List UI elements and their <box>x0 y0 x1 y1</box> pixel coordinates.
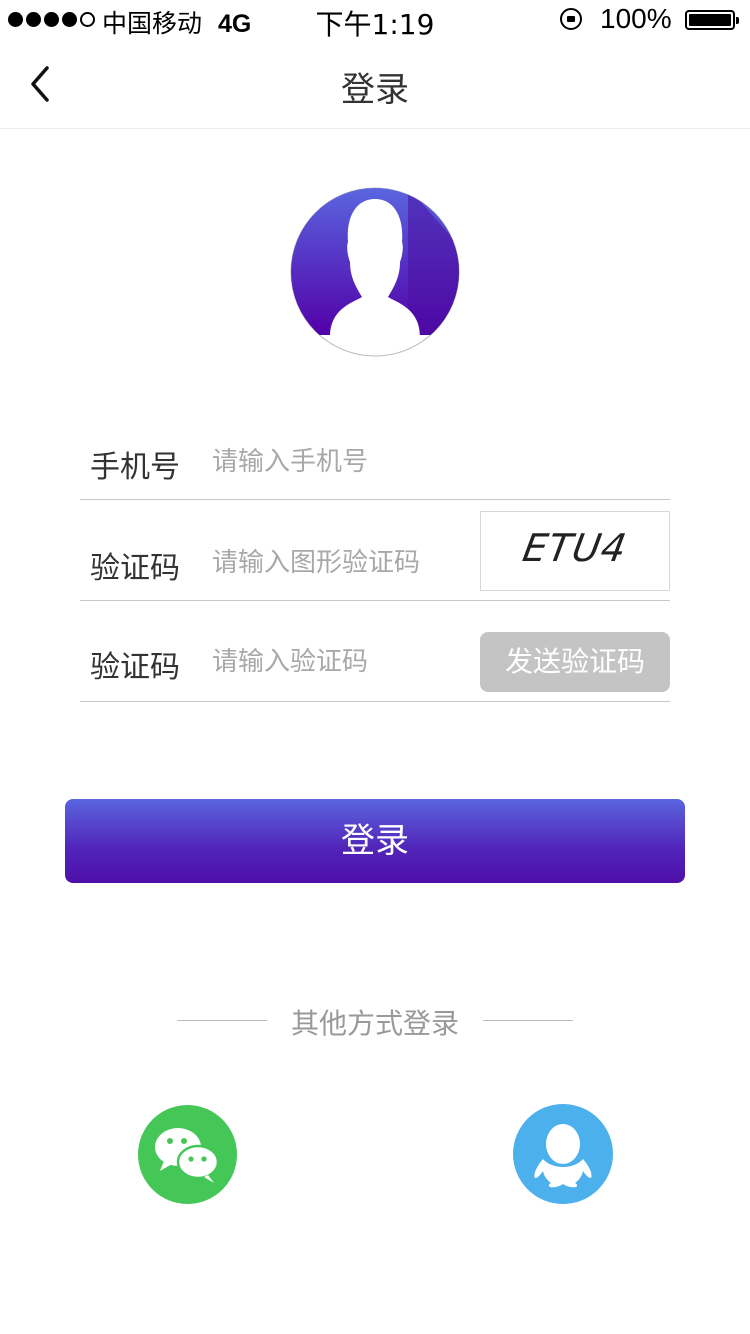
send-code-button[interactable]: 发送验证码 <box>480 632 670 692</box>
captcha-image[interactable]: ETU4 <box>480 511 670 591</box>
battery-percentage: 100% <box>600 3 672 34</box>
user-silhouette-icon <box>290 187 460 357</box>
phone-input[interactable] <box>212 440 652 484</box>
captcha-text: ETU4 <box>519 526 631 570</box>
status-bar: 中国移动 4G 下午1:19 100% <box>0 0 750 41</box>
wechat-login-button[interactable] <box>138 1105 237 1204</box>
sms-code-input[interactable] <box>212 640 472 684</box>
avatar[interactable] <box>290 187 460 357</box>
navigation-bar: 登录 <box>0 40 750 129</box>
sms-code-label: 验证码 <box>90 650 180 685</box>
battery-icon <box>685 10 739 30</box>
divider-right <box>483 1020 573 1021</box>
rotation-lock-icon <box>560 8 582 30</box>
phone-label: 手机号 <box>90 450 180 485</box>
qq-login-button[interactable] <box>513 1104 613 1204</box>
image-code-row: 验证码 ETU4 <box>80 501 670 601</box>
image-code-input[interactable] <box>212 541 472 585</box>
sms-code-row: 验证码 发送验证码 <box>80 602 670 702</box>
phone-row: 手机号 <box>80 400 670 500</box>
image-code-label: 验证码 <box>90 551 180 586</box>
other-login-title: 其他方式登录 <box>290 1007 459 1040</box>
login-button[interactable]: 登录 <box>65 799 685 883</box>
wechat-icon <box>155 1128 220 1183</box>
page-title: 登录 <box>341 70 409 110</box>
qq-icon <box>534 1124 592 1188</box>
